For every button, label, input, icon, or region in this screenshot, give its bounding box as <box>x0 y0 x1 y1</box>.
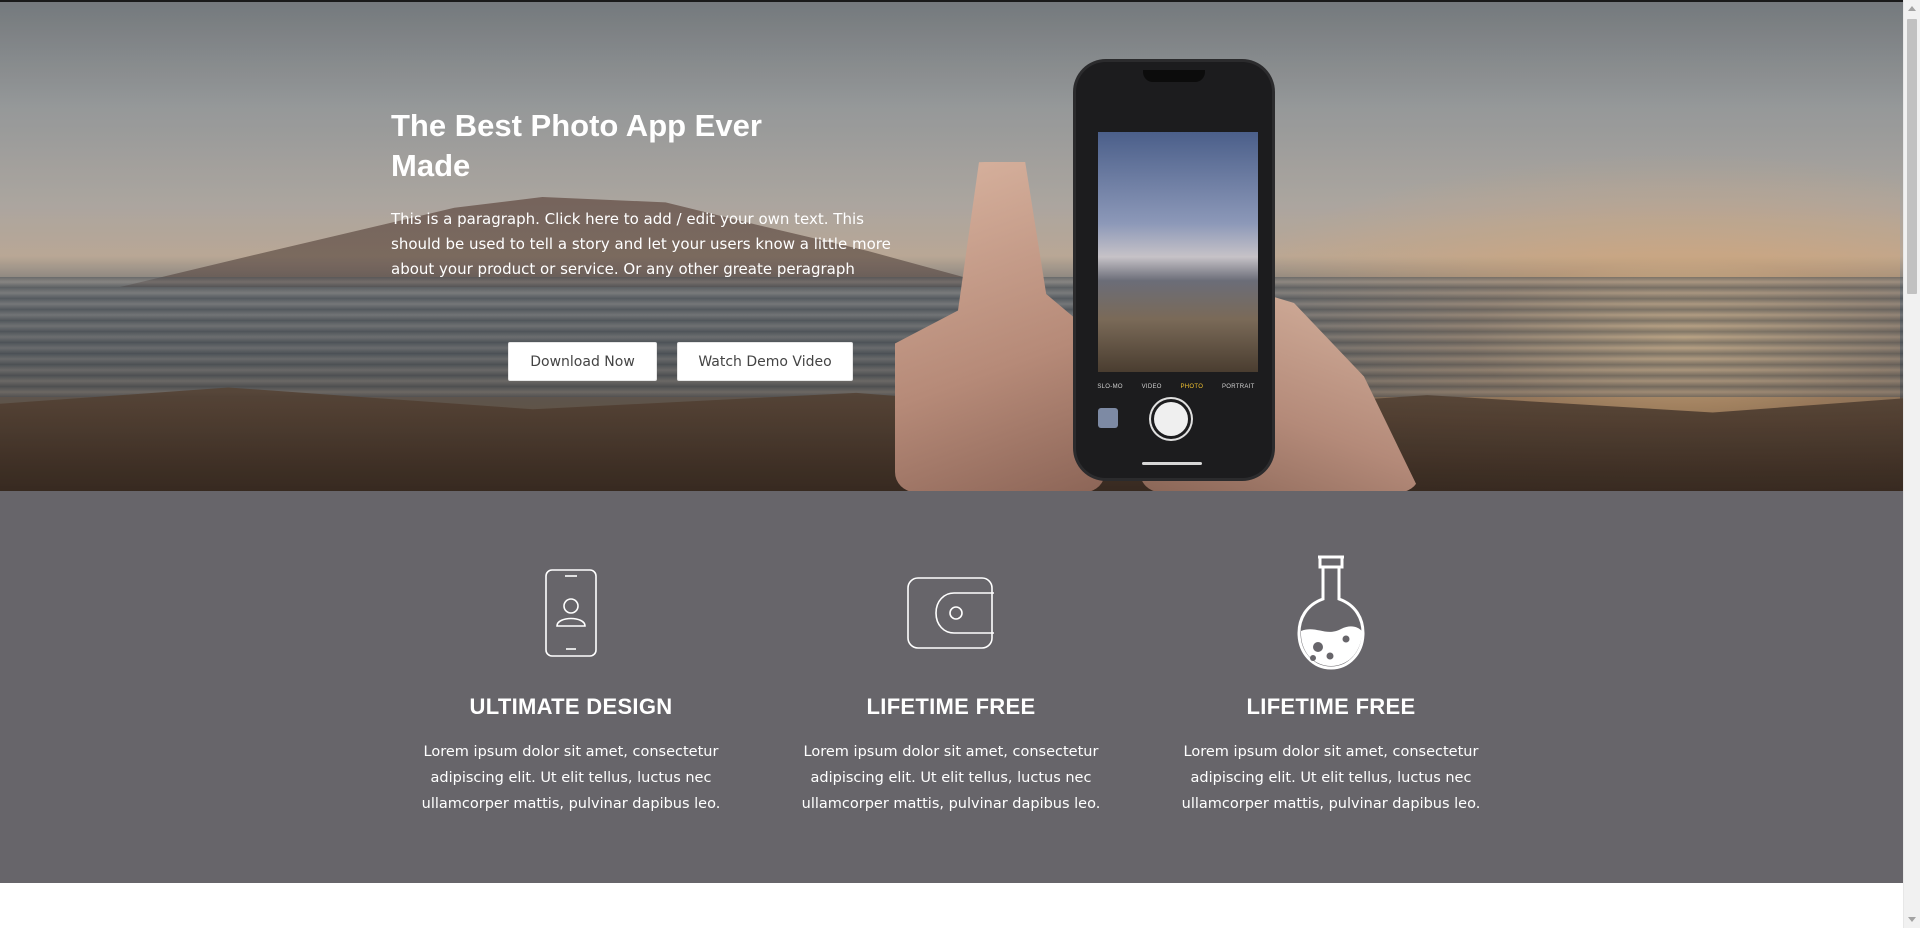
watch-demo-video-button[interactable]: Watch Demo Video <box>677 342 853 381</box>
phone-mode-label: PHOTO <box>1180 384 1204 390</box>
feature-title: LIFETIME FREE <box>866 694 1036 719</box>
page: SLO-MO VIDEO PHOTO PORTRAIT The Best Pho… <box>0 0 1903 928</box>
phone-camera-modes: SLO-MO VIDEO PHOTO PORTRAIT <box>1088 384 1264 390</box>
feature-title: LIFETIME FREE <box>1246 694 1416 719</box>
phone-screen <box>1098 132 1258 372</box>
feature-text: Lorem ipsum dolor sit amet, consectetur … <box>801 744 1101 812</box>
hero-title: The Best Photo App Ever Made <box>391 108 762 183</box>
wallet-icon <box>891 553 1011 673</box>
feature-text: Lorem ipsum dolor sit amet, consectetur … <box>1181 744 1481 812</box>
phone-mode-label: VIDEO <box>1141 384 1162 390</box>
feature-title: ULTIMATE DESIGN <box>469 694 673 719</box>
vertical-scrollbar[interactable] <box>1903 0 1920 928</box>
phone-notch <box>1143 70 1205 82</box>
flask-icon <box>1271 553 1391 673</box>
hero-section: SLO-MO VIDEO PHOTO PORTRAIT The Best Pho… <box>0 2 1903 491</box>
phone-thumbnail <box>1098 408 1118 428</box>
scroll-down-arrow-icon[interactable] <box>1908 917 1916 922</box>
phone-mode-label: SLO-MO <box>1097 384 1123 390</box>
features-section: ULTIMATE DESIGN Lorem ipsum dolor sit am… <box>0 491 1903 883</box>
phone-mode-label: PORTRAIT <box>1221 384 1255 390</box>
phone-shutter-button <box>1154 402 1188 436</box>
hero-paragraph: This is a paragraph. Click here to add /… <box>391 210 891 278</box>
scroll-up-arrow-icon[interactable] <box>1908 6 1916 11</box>
feature-text: Lorem ipsum dolor sit amet, consectetur … <box>421 744 721 812</box>
scrollbar-thumb[interactable] <box>1907 19 1917 294</box>
phone-home-bar <box>1142 462 1202 465</box>
next-section <box>0 883 1903 928</box>
phone-image: SLO-MO VIDEO PHOTO PORTRAIT <box>1076 62 1272 478</box>
smartphone-user-icon <box>511 553 631 673</box>
download-now-button[interactable]: Download Now <box>508 342 657 381</box>
